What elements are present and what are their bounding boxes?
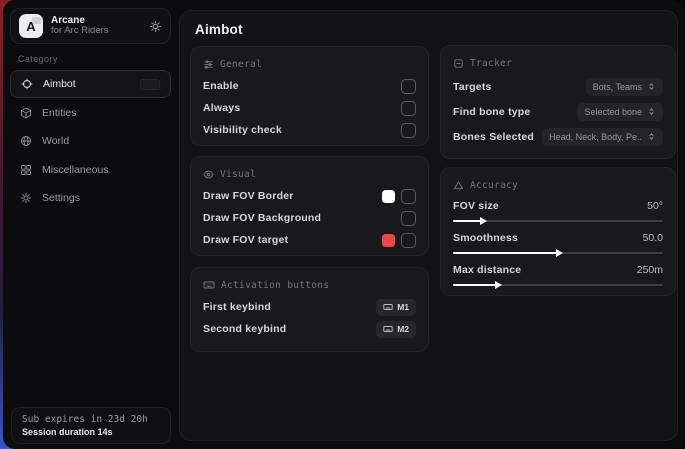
sidebar-item-label: Aimbot (43, 78, 76, 90)
section-title: Tracker (470, 58, 512, 69)
general-card: General Enable Always Visibility check (190, 46, 429, 146)
gear-icon (20, 192, 32, 204)
slider-value: 250m (637, 264, 663, 276)
setting-row: First keybind M1 (203, 296, 416, 318)
setting-row: Targets Bots, Teams (453, 74, 663, 99)
avatar: A (19, 14, 43, 38)
setting-row: Draw FOV Background (203, 207, 416, 229)
gear-icon[interactable] (149, 20, 162, 33)
cube-icon (20, 107, 32, 119)
sliders-icon (203, 59, 214, 70)
sidebar-item-aimbot[interactable]: Aimbot (10, 70, 171, 98)
sidebar-item-label: Miscellaneous (42, 164, 109, 176)
fov-background-checkbox[interactable] (401, 211, 416, 226)
section-title: Accuracy (470, 180, 518, 191)
sidebar-item-entities[interactable]: Entities (10, 99, 171, 127)
slider-group: Max distance 250m (453, 260, 663, 286)
max-distance-slider[interactable] (453, 284, 663, 286)
app-window: A Arcane for Arc Riders Category Aimbot (3, 0, 685, 449)
chevrons-up-down-icon (647, 82, 656, 91)
app-subtitle: for Arc Riders (51, 26, 141, 37)
activation-card: Activation buttons First keybind M1 (190, 267, 429, 352)
scan-icon (453, 58, 464, 69)
fov-border-checkbox[interactable] (401, 189, 416, 204)
category-label: Category (18, 54, 58, 64)
first-keybind-button[interactable]: M1 (376, 299, 416, 316)
smoothness-slider[interactable] (453, 252, 663, 254)
slider-group: Smoothness 50.0 (453, 228, 663, 254)
slider-thumb[interactable] (480, 217, 487, 225)
second-keybind-button[interactable]: M2 (376, 321, 416, 338)
slider-thumb[interactable] (556, 249, 563, 257)
bones-selected-select[interactable]: Head, Neck, Body, Pe.. (542, 128, 663, 146)
setting-row: Visibility check (203, 119, 416, 141)
select-value: Selected bone (584, 107, 642, 117)
accuracy-card: Accuracy FOV size 50° Smoothness 50.0 (440, 167, 676, 296)
select-value: Head, Neck, Body, Pe.. (549, 132, 642, 142)
mouse-icon (383, 324, 393, 334)
chevrons-up-down-icon (647, 132, 656, 141)
sidebar-item-label: World (42, 135, 69, 147)
triangle-icon (453, 180, 464, 191)
setting-row: Second keybind M2 (203, 318, 416, 340)
keybind-value: M2 (397, 324, 409, 334)
globe-icon (20, 135, 32, 147)
always-checkbox[interactable] (401, 101, 416, 116)
sub-expiry-text: Sub expires in 23d 20h (22, 414, 160, 425)
slider-value: 50° (647, 200, 663, 212)
subscription-card: Sub expires in 23d 20h Session duration … (11, 407, 171, 444)
sidebar-item-settings[interactable]: Settings (10, 184, 171, 212)
visibility-check-checkbox[interactable] (401, 123, 416, 138)
app-header-card: A Arcane for Arc Riders (10, 8, 171, 44)
sidebar-item-miscellaneous[interactable]: Miscellaneous (10, 156, 171, 184)
sidebar-item-world[interactable]: World (10, 127, 171, 155)
find-bone-type-select[interactable]: Selected bone (577, 103, 663, 121)
session-duration-text: Session duration 14s (22, 427, 160, 437)
avatar-letter: A (26, 19, 35, 34)
select-value: Bots, Teams (593, 82, 642, 92)
color-swatch[interactable] (382, 190, 395, 203)
eye-icon (203, 169, 214, 180)
section-title: Visual (220, 169, 256, 180)
targets-select[interactable]: Bots, Teams (586, 78, 663, 96)
setting-row: Always (203, 97, 416, 119)
crosshair-icon (21, 78, 33, 90)
chevrons-up-down-icon (647, 107, 656, 116)
slider-value: 50.0 (643, 232, 663, 244)
keyboard-icon (203, 279, 215, 291)
sidebar-item-label: Settings (42, 192, 80, 204)
slider-thumb[interactable] (495, 281, 502, 289)
tracker-card: Tracker Targets Bots, Teams Fin (440, 45, 676, 159)
grid-icon (20, 164, 32, 176)
setting-row: Find bone type Selected bone (453, 99, 663, 124)
nav-item-badge (140, 79, 160, 90)
fov-size-slider[interactable] (453, 220, 663, 222)
section-title: General (220, 59, 262, 70)
setting-row: Bones Selected Head, Neck, Body, Pe.. (453, 124, 663, 149)
setting-row: Draw FOV Border (203, 185, 416, 207)
main-panel: Aimbot General Enable Always (179, 10, 678, 441)
mouse-icon (383, 302, 393, 312)
color-swatch[interactable] (382, 234, 395, 247)
page-title: Aimbot (195, 22, 243, 37)
visual-card: Visual Draw FOV Border Draw FOV Backgrou… (190, 156, 429, 256)
fov-target-checkbox[interactable] (401, 233, 416, 248)
section-title: Activation buttons (221, 280, 329, 291)
keybind-value: M1 (397, 302, 409, 312)
setting-row: Enable (203, 75, 416, 97)
sidebar-item-label: Entities (42, 107, 76, 119)
enable-checkbox[interactable] (401, 79, 416, 94)
slider-group: FOV size 50° (453, 196, 663, 222)
setting-row: Draw FOV target (203, 229, 416, 251)
